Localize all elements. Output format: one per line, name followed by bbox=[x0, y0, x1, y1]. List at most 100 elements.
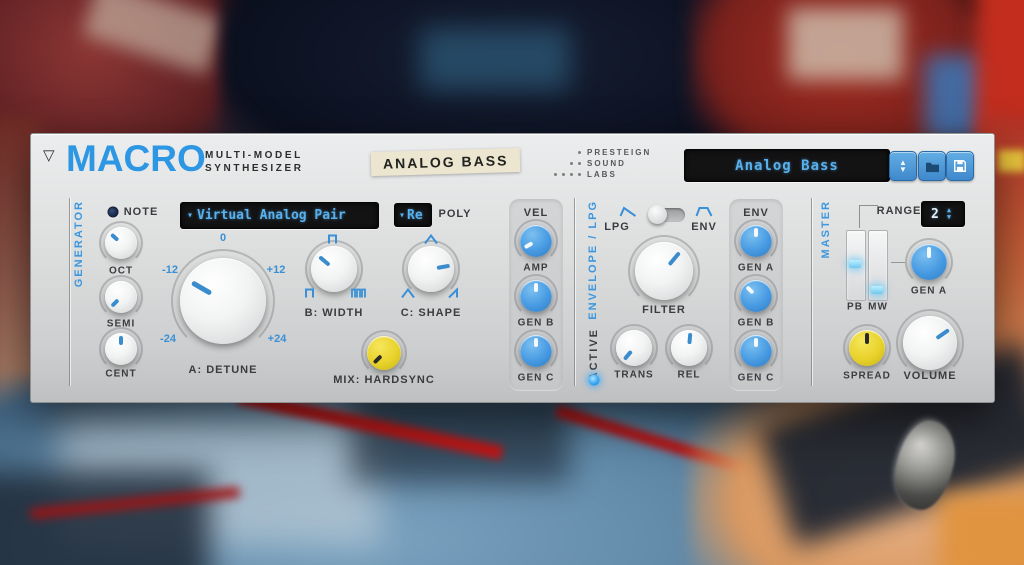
oct-knob[interactable] bbox=[105, 227, 137, 259]
pulse-wave-icon bbox=[304, 288, 318, 299]
env-genc-label: GEN C bbox=[738, 373, 775, 384]
volume-label: VOLUME bbox=[903, 370, 956, 382]
mix-hardsync-label: MIX: HARDSYNC bbox=[333, 374, 435, 386]
cent-label: CENT bbox=[105, 369, 136, 380]
vel-genc-label: GEN C bbox=[518, 373, 555, 384]
width-label: B: WIDTH bbox=[305, 307, 364, 319]
lpg-label: LPG bbox=[604, 221, 630, 233]
app-logo: MACRO bbox=[66, 138, 206, 180]
env-gena-knob[interactable] bbox=[740, 225, 772, 257]
preset-display[interactable]: Analog Bass bbox=[684, 149, 890, 182]
range-value: 2 bbox=[931, 207, 939, 222]
saw-wave-icon bbox=[448, 288, 462, 299]
retrigger-dropdown[interactable]: ▾ Re bbox=[394, 203, 432, 227]
active-label: ACTIVE bbox=[588, 328, 600, 380]
range-stepper[interactable]: 2 ▲ ▼ bbox=[921, 201, 965, 227]
filter-label: FILTER bbox=[642, 304, 686, 316]
model-value: Virtual Analog Pair bbox=[197, 208, 346, 223]
model-dropdown[interactable]: ▾ Virtual Analog Pair bbox=[180, 202, 379, 229]
range-label: RANGE bbox=[877, 205, 922, 217]
pitchbend-slider[interactable] bbox=[846, 230, 866, 301]
master-divider bbox=[811, 198, 812, 386]
brand-dots bbox=[511, 151, 581, 154]
env-label: ENV bbox=[691, 221, 717, 233]
preset-browse-button[interactable] bbox=[918, 151, 946, 181]
dropdown-arrow-icon: ▾ bbox=[187, 210, 193, 221]
trans-label: TRANS bbox=[614, 370, 653, 381]
env-genb-knob[interactable] bbox=[740, 280, 772, 312]
shape-knob[interactable] bbox=[408, 246, 454, 292]
envelope-title: ENVELOPE / LPG bbox=[587, 200, 599, 320]
vel-amp-label: AMP bbox=[523, 263, 548, 274]
vel-genc-knob[interactable] bbox=[520, 335, 552, 367]
retrigger-value: Re bbox=[407, 208, 423, 223]
toggle-knob[interactable] bbox=[648, 205, 667, 224]
env-gena-label: GEN A bbox=[738, 263, 774, 274]
width-knob[interactable] bbox=[311, 246, 357, 292]
rel-label: REL bbox=[678, 370, 701, 381]
modwheel-slider[interactable] bbox=[868, 230, 888, 301]
lpg-env-toggle[interactable] bbox=[649, 208, 685, 222]
generator-divider bbox=[69, 198, 70, 386]
env-genb-label: GEN B bbox=[738, 318, 775, 329]
vel-amp-knob[interactable] bbox=[520, 225, 552, 257]
master-title: MASTER bbox=[820, 200, 832, 258]
trans-knob[interactable] bbox=[616, 330, 652, 366]
generator-title: GENERATOR bbox=[73, 200, 85, 287]
cent-knob[interactable] bbox=[105, 333, 137, 365]
detune-scale-top: 0 bbox=[220, 232, 226, 244]
folder-icon bbox=[925, 160, 940, 173]
screen: ▽ MACRO MULTI-MODEL SYNTHESIZER ANALOG B… bbox=[0, 0, 1024, 565]
env-genc-knob[interactable] bbox=[740, 335, 772, 367]
brand-word: PRESTEIGN bbox=[587, 148, 651, 157]
pb-label: PB bbox=[847, 302, 863, 313]
note-label: NOTE bbox=[124, 206, 159, 218]
preset-stepper-button[interactable]: ▲ ▼ bbox=[889, 151, 917, 181]
detune-scale-bottom-right: +24 bbox=[268, 333, 287, 345]
preset-save-button[interactable] bbox=[946, 151, 974, 181]
brand-row: SOUND bbox=[511, 158, 661, 169]
square-wave-icon bbox=[327, 234, 341, 245]
vel-column-header: VEL bbox=[524, 207, 548, 219]
narrow-pulse-wave-icon bbox=[351, 288, 367, 299]
menu-triangle-icon[interactable]: ▽ bbox=[43, 146, 55, 164]
shape-label: C: SHAPE bbox=[401, 307, 462, 319]
detune-label: A: DETUNE bbox=[189, 364, 258, 376]
brand-block: PRESTEIGN SOUND LABS bbox=[511, 147, 661, 180]
semi-knob[interactable] bbox=[105, 281, 137, 313]
spread-knob[interactable] bbox=[849, 330, 885, 366]
volume-knob[interactable] bbox=[903, 316, 957, 370]
brand-row: PRESTEIGN bbox=[511, 147, 661, 158]
triangle-wave-icon bbox=[424, 234, 438, 245]
vel-genb-knob[interactable] bbox=[520, 280, 552, 312]
mix-hardsync-knob[interactable] bbox=[367, 336, 401, 370]
master-gena-knob[interactable] bbox=[911, 244, 947, 280]
filter-knob[interactable] bbox=[635, 242, 693, 300]
note-led[interactable] bbox=[108, 207, 119, 218]
brand-row: LABS bbox=[511, 169, 661, 180]
pitchbend-handle[interactable] bbox=[849, 260, 861, 268]
preset-tape-label: ANALOG BASS bbox=[371, 148, 521, 176]
pluck-envelope-icon bbox=[620, 206, 637, 218]
save-icon bbox=[953, 159, 967, 173]
preset-name: Analog Bass bbox=[735, 158, 839, 174]
app-subtitle-line2: SYNTHESIZER bbox=[205, 162, 304, 175]
brand-dots bbox=[511, 173, 581, 176]
mw-label: MW bbox=[868, 302, 888, 313]
modwheel-handle[interactable] bbox=[871, 286, 883, 294]
adsr-envelope-icon bbox=[696, 206, 713, 218]
env-column-header: ENV bbox=[743, 207, 769, 219]
range-down-icon[interactable]: ▼ bbox=[947, 214, 951, 221]
triangle-wave-icon bbox=[401, 288, 415, 299]
vel-genb-label: GEN B bbox=[518, 318, 555, 329]
app-subtitle: MULTI-MODEL SYNTHESIZER bbox=[205, 149, 304, 175]
envelope-divider bbox=[574, 198, 575, 386]
mod-connector-line bbox=[891, 262, 905, 263]
dropdown-arrow-icon: ▾ bbox=[399, 210, 405, 221]
rel-knob[interactable] bbox=[671, 330, 707, 366]
detune-knob[interactable] bbox=[180, 258, 266, 344]
brand-word: SOUND bbox=[587, 159, 626, 168]
poly-label: POLY bbox=[439, 208, 472, 220]
preset-down-icon[interactable]: ▼ bbox=[899, 166, 907, 173]
active-led[interactable] bbox=[589, 375, 600, 386]
